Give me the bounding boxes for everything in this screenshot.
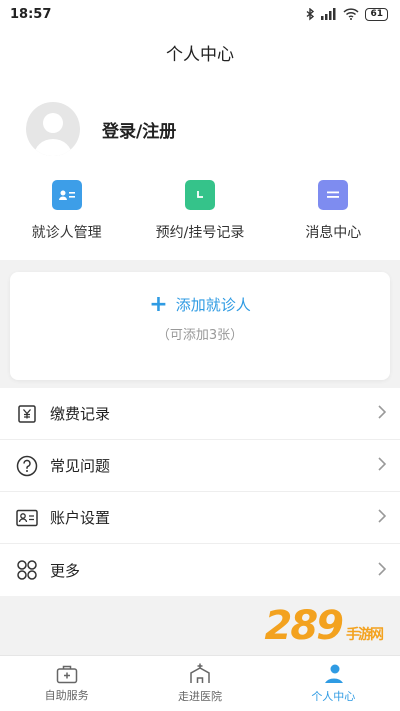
menu-item-label: 常见问题 [50, 457, 111, 475]
hospital-icon [190, 663, 210, 683]
shortcut-appointment-records[interactable]: 预约/挂号记录 [133, 180, 266, 242]
shortcut-label: 预约/挂号记录 [155, 225, 245, 241]
menu-list: 缴费记录 常见问题 账户设置 更多 [0, 388, 400, 596]
signal-icon [321, 8, 336, 20]
add-patient-button[interactable]: + 添加就诊人 [10, 291, 390, 317]
bottom-tab-bar: 自助服务 走进医院 个人中心 [0, 655, 400, 711]
chevron-right-icon [378, 404, 387, 423]
menu-item-account-settings[interactable]: 账户设置 [0, 492, 400, 544]
tab-label: 自助服务 [44, 689, 89, 702]
question-icon [16, 455, 38, 477]
shortcut-label: 就诊人管理 [31, 225, 102, 241]
tab-self-service[interactable]: 自助服务 [0, 656, 133, 711]
add-patient-label: 添加就诊人 [175, 296, 251, 314]
menu-item-label: 缴费记录 [50, 405, 111, 423]
add-patient-card[interactable]: + 添加就诊人 （可添加3张） [10, 272, 390, 380]
login-register-link[interactable]: 登录/注册 [102, 117, 176, 142]
tab-hospital[interactable]: 走进医院 [133, 656, 266, 711]
battery-indicator: 61 [365, 7, 388, 21]
chevron-right-icon [378, 456, 387, 475]
status-time: 18:57 [10, 6, 52, 22]
avatar[interactable] [26, 102, 80, 156]
watermark-logo: 289 手游网 [264, 603, 385, 649]
status-icons: 61 [306, 7, 388, 21]
profile-section[interactable]: 登录/注册 [26, 102, 176, 156]
watermark-text: 289 [264, 603, 344, 649]
plus-icon: + [149, 291, 168, 317]
message-icon [318, 180, 349, 210]
add-patient-hint: （可添加3张） [156, 328, 244, 343]
chevron-right-icon [378, 508, 387, 527]
calendar-clock-icon [184, 180, 215, 210]
menu-item-label: 更多 [50, 561, 81, 580]
id-card-icon [16, 507, 38, 529]
menu-item-payment-records[interactable]: 缴费记录 [0, 388, 400, 440]
watermark-sub: 手游网 [346, 627, 384, 643]
person-icon [325, 664, 344, 683]
page-title: 个人中心 [166, 45, 234, 65]
wifi-icon [343, 8, 359, 20]
shortcut-patient-management[interactable]: 就诊人管理 [0, 180, 133, 242]
status-bar: 18:57 61 [0, 0, 400, 28]
shortcut-label: 消息中心 [305, 225, 362, 241]
shortcut-row: 就诊人管理 预约/挂号记录 消息中心 [0, 180, 400, 242]
yuan-receipt-icon [16, 403, 38, 425]
top-panel: 个人中心 登录/注册 就诊人管理 预约/挂号记录 消息中心 [0, 28, 400, 260]
tab-label: 个人中心 [311, 690, 356, 703]
tab-label: 走进医院 [177, 690, 222, 703]
bluetooth-icon [307, 7, 315, 20]
default-avatar-icon [34, 113, 72, 156]
shortcut-message-center[interactable]: 消息中心 [267, 180, 400, 242]
chevron-right-icon [378, 561, 387, 580]
grid-more-icon [16, 559, 38, 581]
tab-personal-center[interactable]: 个人中心 [267, 656, 400, 711]
menu-item-label: 账户设置 [50, 509, 111, 527]
medical-kit-icon [56, 665, 77, 684]
menu-item-more[interactable]: 更多 [0, 544, 400, 596]
menu-item-faq[interactable]: 常见问题 [0, 440, 400, 492]
patient-card-icon [51, 180, 82, 210]
